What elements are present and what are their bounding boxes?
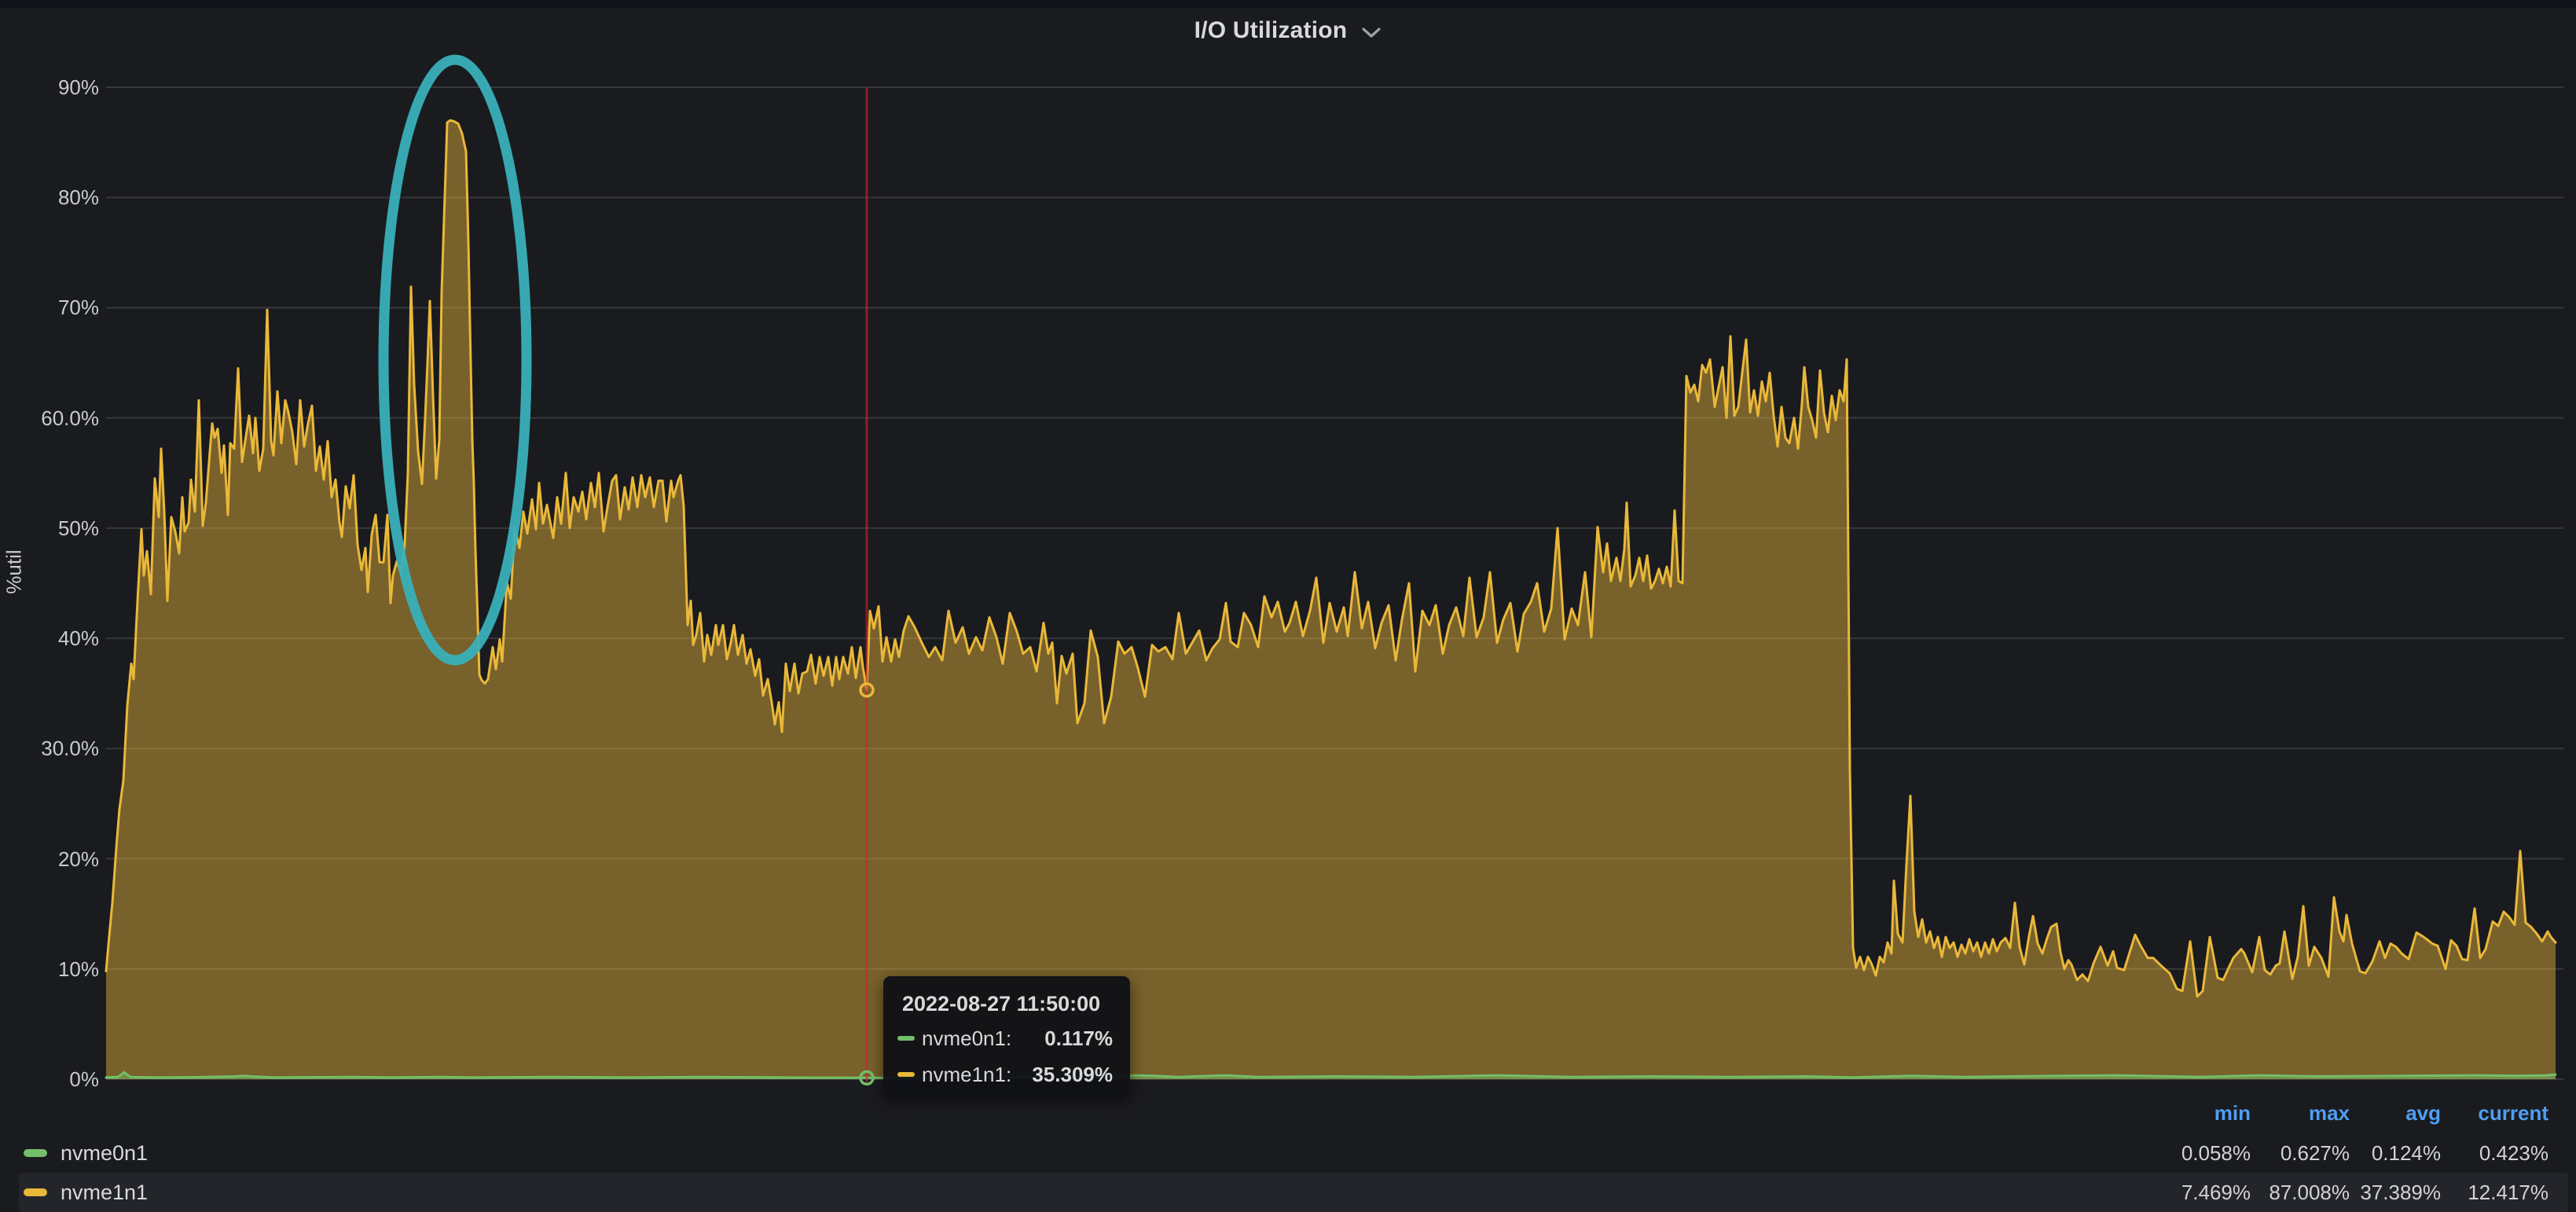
legend-stat-current: 0.423%: [2407, 1133, 2548, 1173]
chart-tooltip: 2022-08-27 11:50:00 nvme0n1: 0.117% nvme…: [883, 976, 1130, 1096]
legend-row-nvme0n1[interactable]: nvme0n1 0.058% 0.627% 0.124% 0.423%: [0, 1133, 2576, 1171]
series-area-nvme1n1: [106, 120, 2556, 1079]
tooltip-row: nvme1n1: 35.309%: [897, 1060, 1113, 1089]
legend-header-current[interactable]: current: [2415, 1094, 2548, 1129]
tooltip-series-value: 35.309%: [1032, 1063, 1113, 1087]
series-swatch-icon: [897, 1072, 915, 1077]
legend: min max avg current nvme0n1 0.058% 0.627…: [0, 1094, 2576, 1212]
tooltip-row: nvme0n1: 0.117%: [897, 1024, 1113, 1052]
legend-series-label[interactable]: nvme0n1: [61, 1133, 148, 1173]
legend-row-nvme1n1[interactable]: nvme1n1 7.469% 87.008% 37.389% 12.417%: [0, 1173, 2576, 1210]
series-swatch-icon: [897, 1036, 915, 1041]
tooltip-series-name: nvme0n1:: [922, 1027, 1011, 1051]
io-utilization-chart[interactable]: [0, 0, 2576, 1212]
legend-series-label[interactable]: nvme1n1: [61, 1173, 148, 1212]
tooltip-series-name: nvme1n1:: [922, 1063, 1011, 1087]
tooltip-series-value: 0.117%: [1044, 1027, 1113, 1051]
tooltip-timestamp: 2022-08-27 11:50:00: [902, 992, 1111, 1016]
series-swatch-icon: [24, 1149, 47, 1157]
series-swatch-icon: [24, 1188, 47, 1196]
legend-stat-current: 12.417%: [2407, 1173, 2548, 1212]
